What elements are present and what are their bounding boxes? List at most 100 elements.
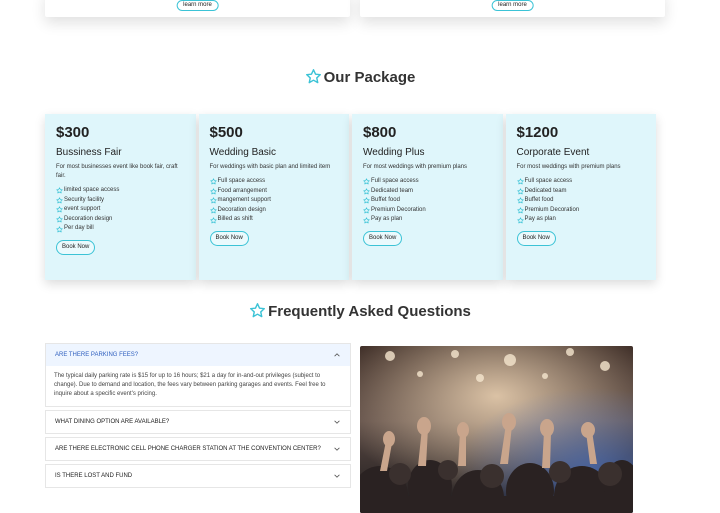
package-price: $500: [209, 124, 243, 141]
package-feature: Full space access: [363, 177, 492, 187]
star-icon: [209, 197, 218, 204]
chevron-down-icon: [334, 474, 340, 478]
star-icon: [363, 188, 371, 195]
star-icon: [363, 197, 371, 204]
book-now-button[interactable]: Book Now: [516, 230, 556, 246]
book-now-button[interactable]: Book Now: [56, 239, 96, 255]
star-icon: [516, 197, 525, 204]
star-icon: [56, 206, 64, 213]
feature-label: Pay as plan: [524, 216, 556, 223]
faq-item: WHAT DINING OPTION ARE AVAILABLE?: [45, 410, 351, 434]
package-price: $300: [56, 124, 90, 141]
package-feature: Full space access: [516, 177, 646, 187]
faq-question-toggle[interactable]: IS THERE LOST AND FUND: [46, 465, 350, 487]
star-icon: [516, 178, 525, 185]
faq-question: ARE THERE ELECTRONIC CELL PHONE CHARGER …: [55, 446, 321, 452]
star-icon: [56, 187, 64, 194]
package-feature: Decoration design: [56, 215, 185, 225]
package-feature: Buffet food: [363, 196, 492, 206]
package-description: For weddings with basic plan and limited…: [209, 164, 331, 170]
star-icon: [56, 197, 64, 204]
package-feature: Security facility: [56, 196, 185, 206]
feature-label: Decoration design: [217, 206, 266, 213]
feature-list: Full space access Dedicated team Buffet fo…: [363, 177, 492, 225]
feature-label: Pay as plan: [371, 216, 403, 223]
package-name: Wedding Plus: [363, 147, 425, 158]
package-section-title: Our Package: [0, 68, 720, 89]
faq-item: ARE THERE PARKING FEES? The typical dail…: [45, 343, 351, 407]
package-feature: Pay as plan: [516, 215, 646, 225]
faq-item: IS THERE LOST AND FUND: [45, 464, 351, 488]
book-now-button[interactable]: Book Now: [209, 230, 249, 246]
package-feature: Dedicated team: [516, 187, 646, 197]
star-icon: [209, 217, 218, 224]
package-feature: Decoration design: [209, 206, 339, 216]
feature-label: Dedicated team: [524, 187, 567, 194]
package-feature: event support: [56, 205, 185, 215]
faq-answer: The typical daily parking rate is $15 fo…: [54, 373, 326, 397]
faq-question-toggle[interactable]: ARE THERE PARKING FEES?: [46, 344, 350, 366]
star-icon: [56, 226, 64, 233]
star-icon: [249, 302, 266, 323]
feature-label: Premium Decoration: [371, 206, 426, 213]
package-card: $500 Wedding Basic For weddings with bas…: [198, 114, 349, 280]
package-card: $300 Bussiness Fair For most businesses …: [45, 114, 196, 280]
package-feature: Buffet food: [516, 196, 646, 206]
feature-label: Buffet food: [371, 197, 400, 204]
feature-label: limited space access: [64, 187, 120, 193]
chevron-up-icon: [334, 353, 340, 357]
star-icon: [516, 217, 525, 224]
feature-label: Premium Decoration: [524, 206, 580, 213]
package-name: Corporate Event: [516, 147, 590, 158]
package-list: $300 Bussiness Fair For most businesses …: [45, 114, 656, 280]
package-feature: Pay as plan: [363, 215, 492, 225]
feature-label: Dedicated team: [371, 187, 414, 194]
star-icon: [516, 207, 525, 214]
feature-label: Full space access: [371, 178, 419, 184]
star-icon: [209, 207, 218, 214]
feature-label: event support: [64, 206, 101, 213]
book-now-button[interactable]: Book Now: [363, 230, 403, 246]
package-title-text: Our Package: [323, 69, 416, 86]
feature-label: Decoration design: [64, 215, 113, 222]
package-description: For most businesses event like book fair…: [56, 164, 178, 179]
star-icon: [56, 216, 64, 223]
package-description: For most weddings with premium plans: [516, 164, 621, 170]
star-icon: [209, 188, 218, 195]
package-card: $1200 Corporate Event For most weddings …: [505, 114, 656, 280]
chevron-down-icon: [334, 447, 340, 451]
feature-list: limited space access Security facility eve…: [56, 186, 185, 234]
package-feature: mangement support: [209, 196, 339, 206]
package-feature: Billed as shift: [209, 215, 339, 225]
faq-item: ARE THERE ELECTRONIC CELL PHONE CHARGER …: [45, 437, 351, 461]
package-feature: Dedicated team: [363, 187, 492, 197]
feature-label: Full space access: [524, 178, 573, 184]
feature-label: Security facility: [64, 196, 105, 203]
package-name: Wedding Basic: [209, 147, 277, 158]
faq-accordion: ARE THERE PARKING FEES? The typical dail…: [45, 343, 351, 488]
package-feature: Per day bill: [56, 224, 185, 234]
feature-label: mangement support: [217, 197, 271, 204]
package-feature: Full space access: [209, 177, 339, 187]
learn-more-button[interactable]: learn more: [176, 0, 219, 11]
top-card-left: learn more: [45, 0, 350, 17]
feature-label: Per day bill: [64, 225, 94, 232]
learn-more-button[interactable]: learn more: [491, 0, 534, 11]
package-name: Bussiness Fair: [56, 147, 122, 158]
star-icon: [516, 188, 525, 195]
faq-question: WHAT DINING OPTION ARE AVAILABLE?: [55, 419, 170, 425]
star-icon: [363, 178, 371, 185]
package-price: $800: [363, 124, 397, 141]
star-icon: [363, 207, 371, 214]
faq-question-toggle[interactable]: WHAT DINING OPTION ARE AVAILABLE?: [46, 411, 350, 433]
package-description: For most weddings with premium plans: [363, 164, 468, 170]
package-feature: Premium Decoration: [363, 206, 492, 216]
faq-question: ARE THERE PARKING FEES?: [55, 352, 139, 358]
star-icon: [363, 217, 371, 224]
feature-label: Full space access: [217, 178, 266, 184]
faq-question-toggle[interactable]: ARE THERE ELECTRONIC CELL PHONE CHARGER …: [46, 438, 350, 460]
star-icon: [209, 178, 218, 185]
feature-list: Full space access Dedicated team Buffet fo…: [516, 177, 646, 225]
top-card-right: learn more: [360, 0, 665, 17]
feature-label: Buffet food: [524, 197, 554, 204]
